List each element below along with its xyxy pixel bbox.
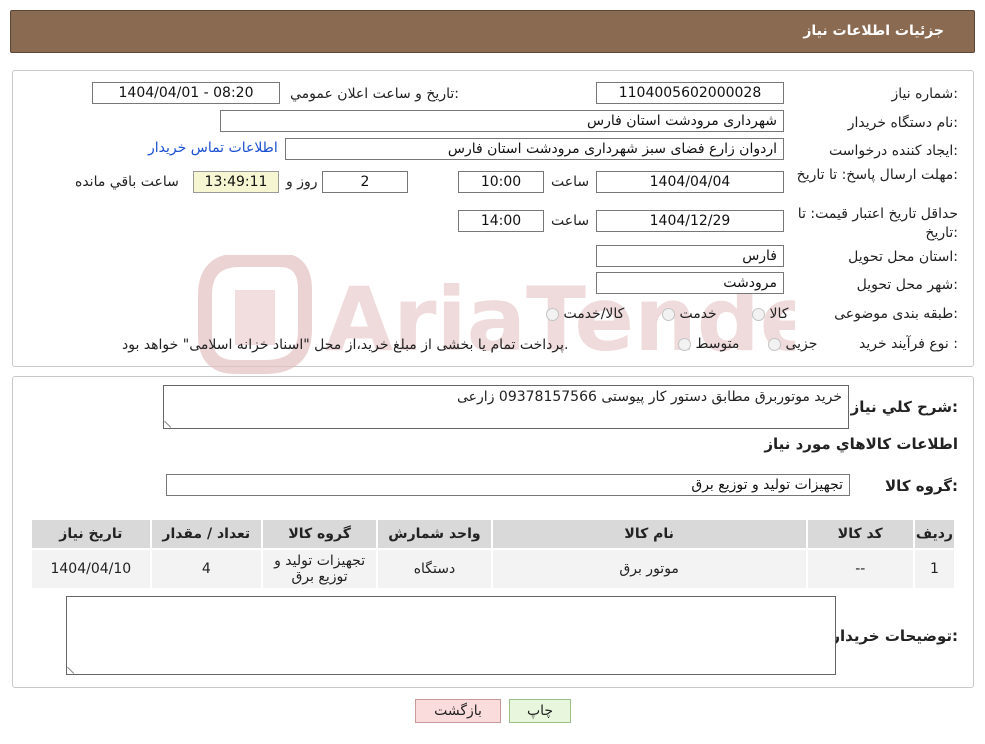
validity-time-field[interactable]: 14:00 [458, 210, 544, 232]
validity-date-field[interactable]: 1404/12/29 [596, 210, 784, 232]
print-button[interactable]: چاپ [509, 699, 571, 723]
deadline-label: مهلت ارسال پاسخ: تا تاریخ: [796, 167, 958, 183]
col-name: نام کالا [490, 518, 808, 550]
radio-icon[interactable] [662, 307, 675, 321]
deadline-time-label: ساعت [551, 174, 590, 190]
cell-date: 1404/04/10 [30, 548, 152, 590]
deadline-date-field[interactable]: 1404/04/04 [596, 171, 784, 193]
city-label: شهر محل تحویل: [856, 277, 958, 293]
radio-icon[interactable] [546, 307, 559, 321]
category-option-service[interactable]: خدمت [662, 306, 721, 322]
purchase-type-label: نوع فرآیند خرید : [859, 336, 958, 352]
goods-group-field[interactable]: تجهیزات تولید و توزیع برق [166, 474, 850, 496]
buyer-org-field[interactable]: شهرداری مرودشت استان فارس [220, 110, 784, 132]
goods-info-title: اطلاعات کالاهاي مورد نیاز [764, 435, 958, 453]
validity-label: حداقل تاریخ اعتبار قیمت: تا تاریخ: [797, 206, 958, 241]
province-label: استان محل تحویل: [848, 249, 958, 265]
city-field[interactable]: مرودشت [596, 272, 784, 294]
resize-grip-icon[interactable] [67, 661, 80, 674]
col-row: ردیف [912, 518, 957, 550]
cell-name: موتور برق [490, 548, 808, 590]
col-group: گروه کالا [260, 518, 379, 550]
province-field[interactable]: فارس [596, 245, 784, 267]
resize-grip-icon[interactable] [164, 415, 177, 428]
cell-code: -- [805, 548, 915, 590]
col-date: تاریخ نیاز [30, 518, 152, 550]
col-unit: واحد شمارش [376, 518, 493, 550]
buyer-notes-textarea[interactable] [66, 596, 836, 675]
col-code: کد کالا [805, 518, 915, 550]
goods-table: ردیف کد کالا نام کالا واحد شمارش گروه کا… [30, 518, 957, 590]
purchase-type-medium[interactable]: متوسط [678, 336, 745, 352]
page-header: جزئیات اطلاعات نیاز [10, 10, 975, 53]
deadline-time-field[interactable]: 10:00 [458, 171, 544, 193]
radio-icon[interactable] [678, 337, 691, 351]
goods-group-label: گروه کالا: [885, 477, 958, 495]
category-option-goods-service[interactable]: کالا/خدمت [546, 306, 628, 322]
page-title: جزئیات اطلاعات نیاز [803, 23, 944, 39]
buyer-org-label: نام دستگاه خریدار: [847, 115, 958, 131]
purchase-type-minor[interactable]: جزیی [768, 336, 823, 352]
description-textarea[interactable]: خرید موتوربرق مطابق دستور کار پیوستی 093… [163, 385, 849, 429]
days-label: روز و [286, 174, 318, 190]
table-row[interactable]: 1 -- موتور برق دستگاه تجهیزات تولید و تو… [30, 548, 957, 590]
cell-unit: دستگاه [376, 548, 493, 590]
need-number-label: شماره نیاز: [891, 86, 958, 102]
need-number-field[interactable]: 1104005602000028 [596, 82, 784, 104]
days-field[interactable]: 2 [322, 171, 408, 193]
description-text: خرید موتوربرق مطابق دستور کار پیوستی 093… [457, 389, 842, 405]
category-label: طبقه بندی موضوعی: [834, 306, 958, 322]
announce-label: تاریخ و ساعت اعلان عمومي: [290, 86, 459, 102]
table-header-row: ردیف کد کالا نام کالا واحد شمارش گروه کا… [30, 518, 957, 550]
remaining-time-field: 13:49:11 [193, 171, 279, 193]
validity-time-label: ساعت [551, 213, 590, 229]
back-button[interactable]: بازگشت [415, 699, 501, 723]
remaining-label: ساعت باقي مانده [75, 174, 179, 190]
creator-field[interactable]: اردوان زارع فضای سبز شهرداری مرودشت استا… [285, 138, 784, 160]
cell-quantity: 4 [149, 548, 263, 590]
purchase-note: پرداخت تمام یا بخشی از مبلغ خرید،از محل … [122, 337, 569, 353]
creator-label: ایجاد کننده درخواست: [829, 143, 958, 159]
buyer-contact-link[interactable]: اطلاعات تماس خریدار [148, 140, 278, 156]
cell-group: تجهیزات تولید و توزیع برق [260, 548, 379, 590]
col-quantity: تعداد / مقدار [149, 518, 263, 550]
radio-icon[interactable] [768, 337, 781, 351]
description-label: شرح کلي نیاز: [850, 398, 958, 416]
announce-field[interactable]: 1404/04/01 - 08:20 [92, 82, 280, 104]
cell-row: 1 [912, 548, 957, 590]
radio-icon[interactable] [752, 307, 765, 321]
category-option-goods[interactable]: کالا [752, 306, 792, 322]
buyer-notes-label: توضیحات خریدار: [831, 627, 958, 645]
